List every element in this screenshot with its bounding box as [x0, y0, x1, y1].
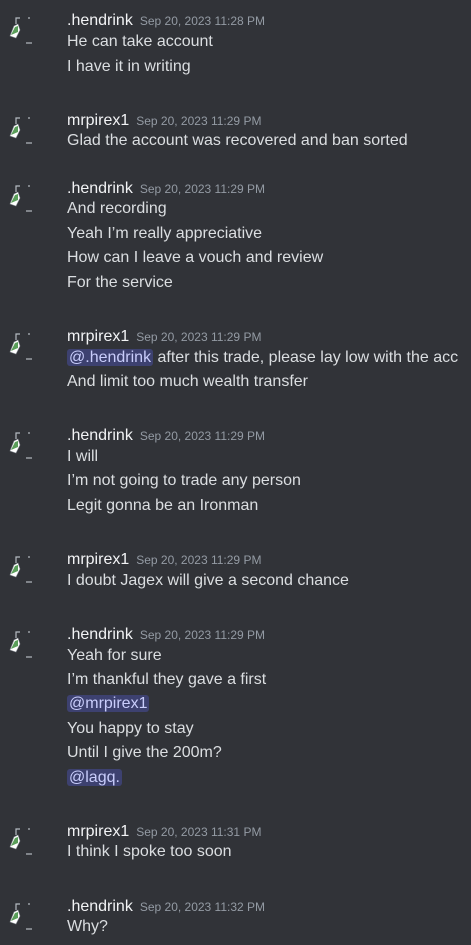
- message-line: How can I leave a vouch and review: [67, 248, 323, 268]
- message-line: He can take account: [67, 32, 213, 52]
- message-line: I think I spoke too soon: [67, 842, 232, 862]
- message-line: @.hendrink after this trade, please lay …: [67, 348, 458, 368]
- message-line: I will: [67, 447, 98, 467]
- message-line: @mrpirex1: [67, 694, 150, 714]
- message-text: after this trade, please lay low with th…: [153, 349, 459, 366]
- message-text: I’m thankful they gave a first: [67, 671, 267, 688]
- message-line: And recording: [67, 199, 167, 219]
- author-name[interactable]: mrpirex1: [67, 112, 129, 129]
- message-text: He can take account: [67, 33, 213, 50]
- message-header: mrpirex1 Sep 20, 2023 11:29 PM: [67, 112, 261, 130]
- message-header: mrpirex1 Sep 20, 2023 11:31 PM: [67, 823, 261, 841]
- broken-image-icon: [6, 110, 46, 150]
- author-name[interactable]: .hendrink: [67, 12, 133, 29]
- message-header: .hendrink Sep 20, 2023 11:28 PM: [67, 12, 265, 30]
- broken-image-icon: [6, 821, 46, 861]
- author-name[interactable]: .hendrink: [67, 427, 133, 444]
- message-header: .hendrink Sep 20, 2023 11:29 PM: [67, 180, 265, 198]
- author-name[interactable]: mrpirex1: [67, 823, 129, 840]
- message-text: For the service: [67, 274, 173, 291]
- message-line: Glad the account was recovered and ban s…: [67, 131, 408, 151]
- message-text: How can I leave a vouch and review: [67, 249, 324, 266]
- message-line: I’m thankful they gave a first: [67, 670, 266, 690]
- message-timestamp[interactable]: Sep 20, 2023 11:29 PM: [136, 553, 261, 567]
- message-text: Why?: [67, 918, 108, 935]
- message-line: I doubt Jagex will give a second chance: [67, 571, 349, 591]
- message-line: Until I give the 200m?: [67, 743, 222, 763]
- message-timestamp[interactable]: Sep 20, 2023 11:29 PM: [140, 628, 265, 642]
- avatar[interactable]: [6, 821, 46, 861]
- message-text: I think I spoke too soon: [67, 843, 232, 860]
- message-header: mrpirex1 Sep 20, 2023 11:29 PM: [67, 551, 261, 569]
- message-line: I have it in writing: [67, 57, 191, 77]
- message-line: For the service: [67, 273, 173, 293]
- broken-image-icon: [6, 178, 46, 218]
- message-timestamp[interactable]: Sep 20, 2023 11:31 PM: [136, 825, 261, 839]
- message-line: Yeah for sure: [67, 646, 162, 666]
- broken-image-icon: [6, 896, 46, 936]
- broken-image-icon: [6, 10, 46, 50]
- message-line: Legit gonna be an Ironman: [67, 496, 258, 516]
- avatar[interactable]: [6, 178, 46, 218]
- message-header: mrpirex1 Sep 20, 2023 11:29 PM: [67, 328, 261, 346]
- message-text: And recording: [67, 200, 167, 217]
- avatar[interactable]: [6, 110, 46, 150]
- author-name[interactable]: .hendrink: [67, 898, 133, 915]
- avatar[interactable]: [6, 10, 46, 50]
- message-line: I’m not going to trade any person: [67, 471, 301, 491]
- message-text: Until I give the 200m?: [67, 744, 222, 761]
- avatar[interactable]: [6, 326, 46, 366]
- user-mention[interactable]: @mrpirex1: [67, 695, 150, 712]
- message-text: I will: [67, 448, 99, 465]
- message-timestamp[interactable]: Sep 20, 2023 11:29 PM: [136, 330, 261, 344]
- message-line: Yeah I’m really appreciative: [67, 224, 262, 244]
- message-text: I doubt Jagex will give a second chance: [67, 572, 349, 589]
- message-timestamp[interactable]: Sep 20, 2023 11:29 PM: [140, 182, 265, 196]
- message-line: And limit too much wealth transfer: [67, 372, 308, 392]
- message-header: .hendrink Sep 20, 2023 11:29 PM: [67, 626, 265, 644]
- avatar[interactable]: [6, 425, 46, 465]
- message-text: Yeah I’m really appreciative: [67, 225, 263, 242]
- message-text: I have it in writing: [67, 58, 191, 75]
- message-text: Glad the account was recovered and ban s…: [67, 132, 408, 149]
- message-text: And limit too much wealth transfer: [67, 373, 308, 390]
- broken-image-icon: [6, 624, 46, 664]
- avatar[interactable]: [6, 896, 46, 936]
- message-header: .hendrink Sep 20, 2023 11:32 PM: [67, 898, 265, 916]
- message-text: I’m not going to trade any person: [67, 472, 301, 489]
- message-line: @lagq.: [67, 768, 122, 788]
- message-line: You happy to stay: [67, 719, 194, 739]
- user-mention[interactable]: @lagq.: [67, 769, 122, 786]
- user-mention[interactable]: @.hendrink: [67, 349, 154, 366]
- author-name[interactable]: mrpirex1: [67, 551, 129, 568]
- avatar[interactable]: [6, 549, 46, 589]
- message-line: Why?: [67, 917, 108, 937]
- message-timestamp[interactable]: Sep 20, 2023 11:29 PM: [136, 114, 261, 128]
- message-timestamp[interactable]: Sep 20, 2023 11:32 PM: [140, 900, 265, 914]
- message-header: .hendrink Sep 20, 2023 11:29 PM: [67, 427, 265, 445]
- author-name[interactable]: .hendrink: [67, 626, 133, 643]
- author-name[interactable]: mrpirex1: [67, 328, 129, 345]
- author-name[interactable]: .hendrink: [67, 180, 133, 197]
- broken-image-icon: [6, 425, 46, 465]
- avatar[interactable]: [6, 624, 46, 664]
- message-timestamp[interactable]: Sep 20, 2023 11:29 PM: [140, 429, 265, 443]
- broken-image-icon: [6, 326, 46, 366]
- message-text: Legit gonna be an Ironman: [67, 497, 259, 514]
- message-text: Yeah for sure: [67, 647, 162, 664]
- broken-image-icon: [6, 549, 46, 589]
- message-text: You happy to stay: [67, 720, 194, 737]
- message-timestamp[interactable]: Sep 20, 2023 11:28 PM: [140, 14, 265, 28]
